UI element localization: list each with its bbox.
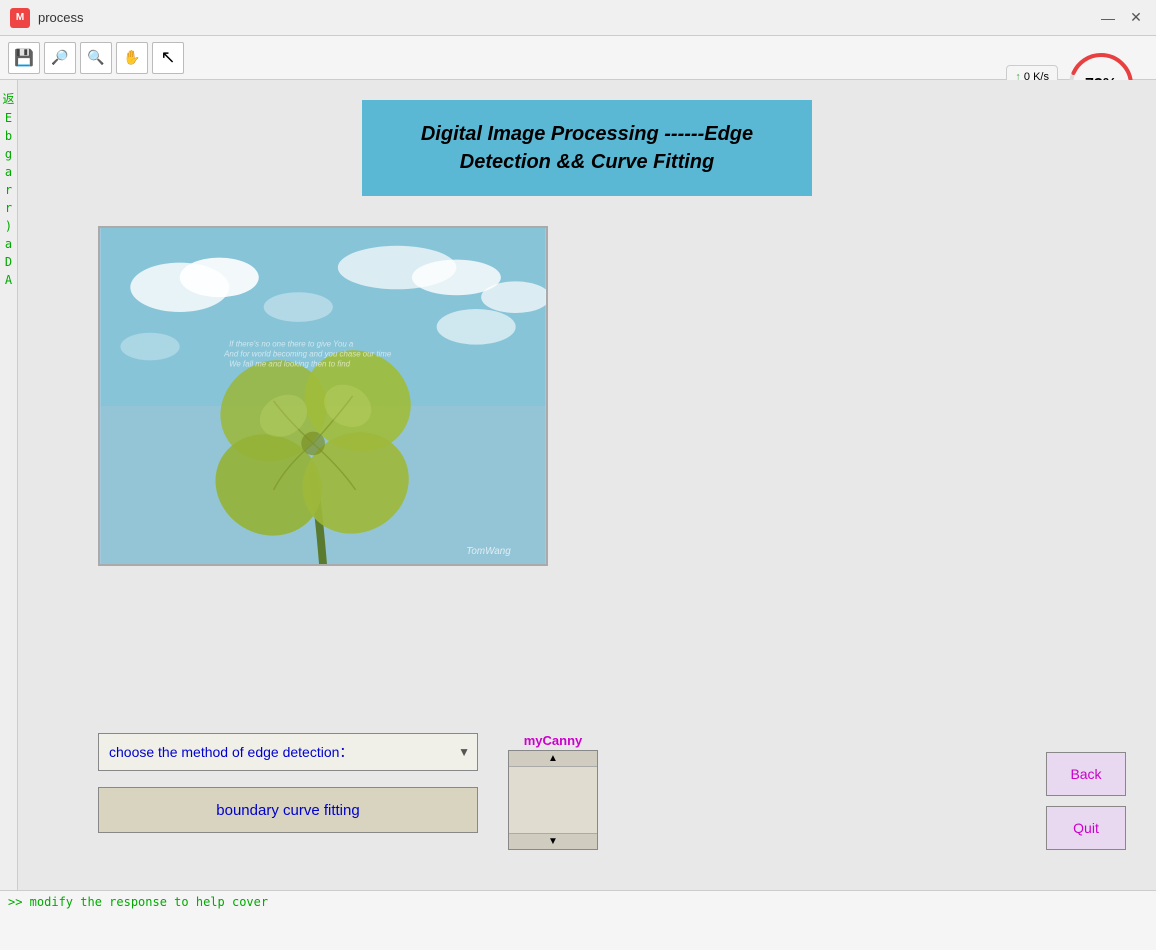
zoom-in-button[interactable]: 🔎 <box>44 42 76 74</box>
window-controls: — ✕ <box>1098 8 1146 28</box>
svg-text:If there's no one there to giv: If there's no one there to give You a <box>229 340 354 349</box>
svg-text:We fall me and looking then to: We fall me and looking then to find <box>229 359 351 368</box>
sidebar-char: 返 <box>2 90 14 107</box>
action-buttons: Back Quit <box>1046 752 1126 850</box>
edge-method-dropdown[interactable]: choose the method of edge detection： myC… <box>98 733 478 771</box>
sidebar-char: r <box>5 183 12 197</box>
window-title: process <box>38 10 1098 25</box>
back-button[interactable]: Back <box>1046 752 1126 796</box>
listbox-items <box>509 767 597 833</box>
left-controls: choose the method of edge detection： myC… <box>98 733 478 833</box>
command-window: >> modify the response to help cover <box>0 890 1156 950</box>
listbox-up-button[interactable]: ▲ <box>509 751 597 767</box>
quit-button[interactable]: Quit <box>1046 806 1126 850</box>
toolbar: 💾 🔎 🔍 ✋ ↖ <box>0 36 1156 80</box>
sidebar-char: g <box>5 147 12 161</box>
listbox-down-button[interactable]: ▼ <box>509 833 597 849</box>
sidebar-char: A <box>5 273 12 287</box>
dropdown-container: choose the method of edge detection： myC… <box>98 733 478 771</box>
sidebar-char: D <box>5 255 12 269</box>
listbox-label: myCanny <box>524 733 583 748</box>
close-button[interactable]: ✕ <box>1126 8 1146 28</box>
app-icon: M <box>10 8 30 28</box>
svg-text:TomWang: TomWang <box>466 546 511 557</box>
left-sidebar: 返 E b g a r r ) a D A <box>0 80 18 940</box>
cursor-button[interactable]: ↖ <box>152 42 184 74</box>
sidebar-char: E <box>5 111 12 125</box>
cmd-line: >> modify the response to help cover <box>8 895 268 909</box>
title-bar: M process — ✕ <box>0 0 1156 36</box>
header-title: Digital Image Processing ------Edge Dete… <box>392 120 782 176</box>
clover-illustration: If there's no one there to give You a An… <box>100 228 546 564</box>
header-banner: Digital Image Processing ------Edge Dete… <box>362 100 812 196</box>
pan-button[interactable]: ✋ <box>116 42 148 74</box>
zoom-out-button[interactable]: 🔍 <box>80 42 112 74</box>
bottom-controls: choose the method of edge detection： myC… <box>98 733 598 850</box>
svg-text:And for world becoming and you: And for world becoming and you chase our… <box>223 349 392 358</box>
listbox-scroll[interactable]: ▲ ▼ <box>508 750 598 850</box>
minimize-button[interactable]: — <box>1098 8 1118 28</box>
sidebar-char: a <box>5 237 12 251</box>
main-image: If there's no one there to give You a An… <box>98 226 548 566</box>
sidebar-char: b <box>5 129 12 143</box>
sidebar-char: a <box>5 165 12 179</box>
right-listbox: myCanny ▲ ▼ <box>508 733 598 850</box>
save-button[interactable]: 💾 <box>8 42 40 74</box>
sidebar-char: ) <box>5 219 12 233</box>
boundary-curve-button[interactable]: boundary curve fitting <box>98 787 478 833</box>
sidebar-char: r <box>5 201 12 215</box>
main-content: Digital Image Processing ------Edge Dete… <box>18 80 1156 950</box>
